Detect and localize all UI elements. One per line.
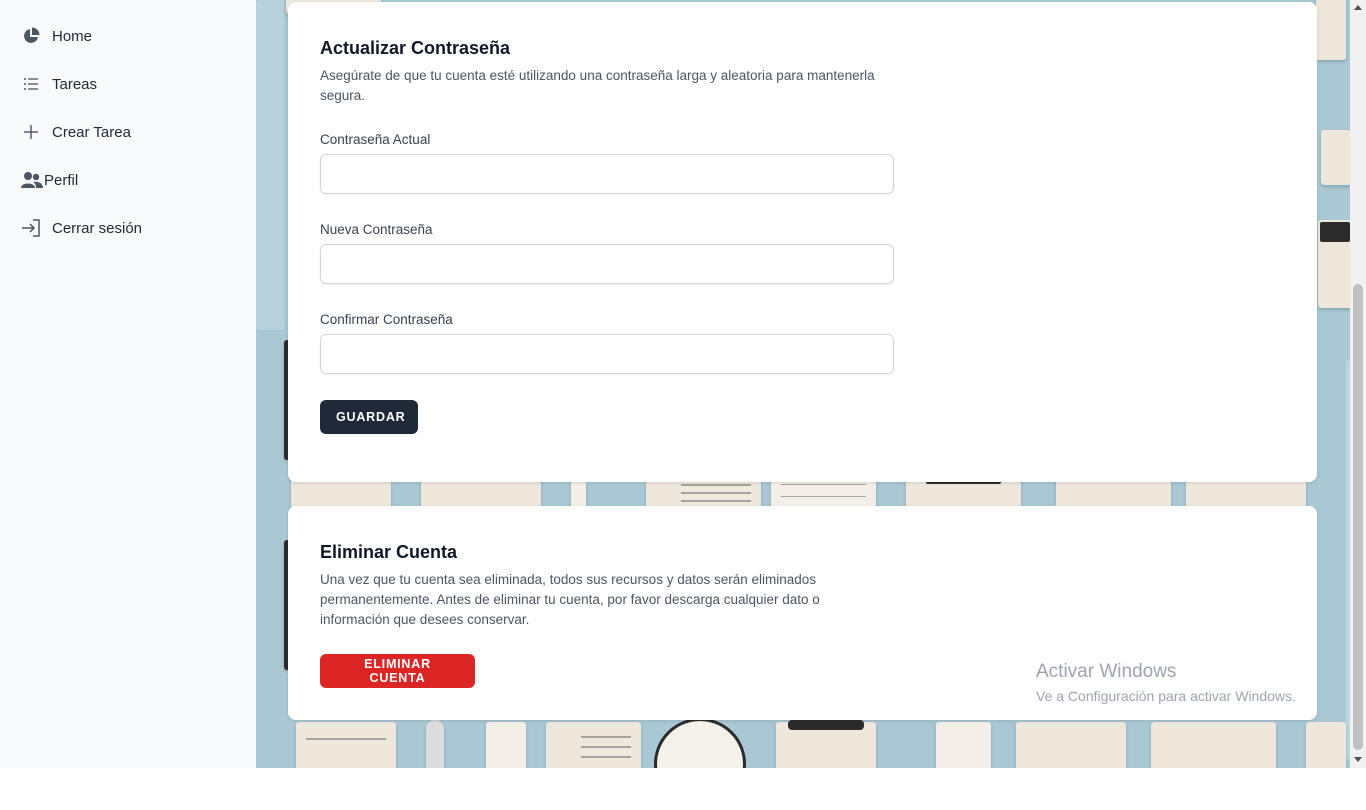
card-title: Actualizar Contraseña [320, 38, 511, 58]
sidebar-item-perfil[interactable]: Perfil [20, 166, 78, 194]
sidebar: Home Tareas Crear Tarea Perfil Cerrar se… [0, 0, 256, 768]
current-password-label: Contraseña Actual [320, 132, 431, 147]
sidebar-item-tareas[interactable]: Tareas [20, 70, 97, 98]
sidebar-item-home[interactable]: Home [20, 22, 92, 50]
scrollbar-thumb[interactable] [1353, 284, 1363, 750]
watermark-subtitle: Ve a Configuración para activar Windows. [1036, 688, 1296, 704]
confirm-password-label: Confirmar Contraseña [320, 312, 453, 327]
new-password-input[interactable] [320, 244, 894, 284]
app-viewport: Home Tareas Crear Tarea Perfil Cerrar se… [0, 0, 1366, 768]
confirm-password-input[interactable] [320, 334, 894, 374]
card-title: Eliminar Cuenta [320, 542, 458, 562]
sign-in-icon [20, 217, 42, 239]
sidebar-item-label: Crear Tarea [52, 123, 131, 141]
windows-activation-watermark: Activar Windows Ve a Configuración para … [1036, 660, 1296, 706]
plus-icon [20, 121, 42, 143]
scroll-up-arrow-icon[interactable] [1354, 5, 1362, 10]
sidebar-item-label: Home [52, 27, 93, 45]
scroll-down-arrow-icon[interactable] [1354, 757, 1362, 762]
sidebar-item-crear-tarea[interactable]: Crear Tarea [20, 118, 131, 146]
card-description: Asegúrate de que tu cuenta esté utilizan… [320, 68, 875, 103]
list-icon [20, 73, 42, 95]
sidebar-item-label: Cerrar sesión [52, 219, 143, 237]
scrollbar[interactable] [1350, 0, 1366, 768]
pie-chart-icon [20, 25, 42, 47]
delete-account-button[interactable]: ELIMINAR CUENTA [320, 654, 475, 688]
sidebar-item-cerrar-sesion[interactable]: Cerrar sesión [20, 214, 142, 242]
sidebar-item-label: Tareas [52, 75, 98, 93]
save-button[interactable]: GUARDAR [320, 400, 418, 434]
watermark-title: Activar Windows [1036, 661, 1177, 682]
sidebar-item-label: Perfil [44, 171, 79, 189]
current-password-input[interactable] [320, 154, 894, 194]
update-password-card: Actualizar Contraseña Asegúrate de que t… [288, 2, 1317, 482]
users-icon [20, 169, 44, 191]
new-password-label: Nueva Contraseña [320, 222, 433, 237]
card-description: Una vez que tu cuenta sea eliminada, tod… [320, 572, 820, 627]
